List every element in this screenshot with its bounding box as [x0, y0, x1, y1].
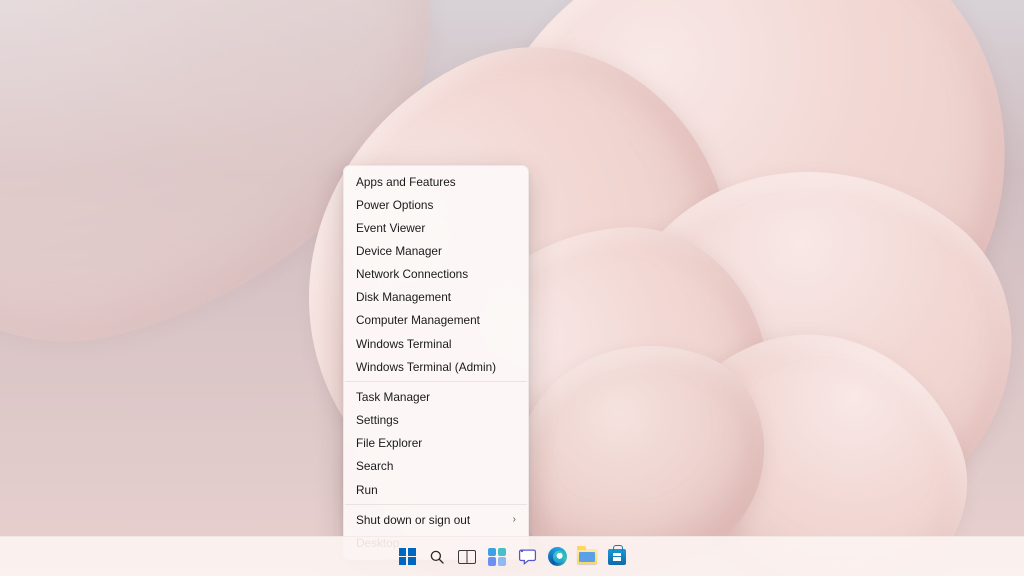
menu-item-label: Device Manager	[356, 244, 442, 258]
menu-item-label: Search	[356, 459, 393, 473]
widgets-button[interactable]	[485, 545, 509, 569]
menu-item-label: File Explorer	[356, 436, 422, 450]
menu-item-label: Network Connections	[356, 267, 468, 281]
store-icon	[608, 549, 626, 565]
file-explorer-button[interactable]	[575, 545, 599, 569]
menu-item-label: Shut down or sign out	[356, 513, 470, 527]
menu-item-label: Event Viewer	[356, 221, 425, 235]
taskbar	[0, 536, 1024, 576]
menu-item-shutdown-signout[interactable]: Shut down or sign out ›	[344, 508, 528, 531]
menu-item-label: Task Manager	[356, 390, 430, 404]
menu-item-device-manager[interactable]: Device Manager	[344, 239, 528, 262]
menu-item-label: Run	[356, 483, 378, 497]
chat-button[interactable]	[515, 545, 539, 569]
chat-icon	[518, 547, 537, 566]
windows-logo-icon	[399, 548, 416, 565]
menu-item-label: Computer Management	[356, 313, 480, 327]
menu-item-computer-management[interactable]: Computer Management	[344, 309, 528, 332]
menu-item-apps-and-features[interactable]: Apps and Features	[344, 170, 528, 193]
menu-separator	[345, 504, 527, 505]
menu-item-file-explorer[interactable]: File Explorer	[344, 432, 528, 455]
search-icon	[428, 548, 446, 566]
menu-item-label: Windows Terminal	[356, 337, 452, 351]
edge-button[interactable]	[545, 545, 569, 569]
menu-item-windows-terminal-admin[interactable]: Windows Terminal (Admin)	[344, 355, 528, 378]
menu-item-task-manager[interactable]: Task Manager	[344, 385, 528, 408]
menu-item-search[interactable]: Search	[344, 455, 528, 478]
menu-separator	[345, 381, 527, 382]
menu-item-network-connections[interactable]: Network Connections	[344, 263, 528, 286]
menu-item-label: Settings	[356, 413, 399, 427]
folder-icon	[577, 549, 597, 564]
chevron-right-icon: ›	[513, 514, 516, 526]
store-button[interactable]	[605, 545, 629, 569]
menu-item-run[interactable]: Run	[344, 478, 528, 501]
start-button[interactable]	[395, 545, 419, 569]
menu-item-windows-terminal[interactable]: Windows Terminal	[344, 332, 528, 355]
menu-item-event-viewer[interactable]: Event Viewer	[344, 216, 528, 239]
menu-item-disk-management[interactable]: Disk Management	[344, 286, 528, 309]
edge-icon	[548, 547, 567, 566]
widgets-icon	[488, 548, 506, 566]
menu-item-label: Power Options	[356, 198, 433, 212]
menu-item-label: Windows Terminal (Admin)	[356, 360, 496, 374]
menu-item-label: Disk Management	[356, 290, 451, 304]
menu-item-power-options[interactable]: Power Options	[344, 193, 528, 216]
search-button[interactable]	[425, 545, 449, 569]
menu-item-settings[interactable]: Settings	[344, 409, 528, 432]
task-view-button[interactable]	[455, 545, 479, 569]
winx-context-menu: Apps and Features Power Options Event Vi…	[343, 165, 529, 560]
menu-item-label: Apps and Features	[356, 175, 456, 189]
task-view-icon	[458, 550, 476, 564]
